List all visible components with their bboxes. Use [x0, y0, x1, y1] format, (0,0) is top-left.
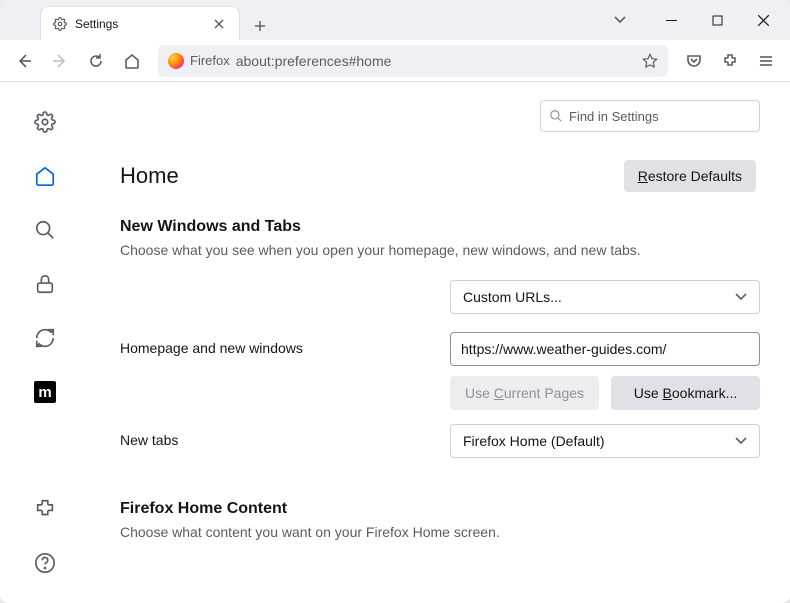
bookmark-star-icon[interactable]	[642, 53, 658, 69]
homepage-url-input[interactable]	[450, 332, 760, 366]
close-icon[interactable]	[211, 16, 227, 32]
sidebar-item-sync[interactable]	[27, 320, 63, 356]
homepage-mode-select[interactable]: Custom URLs...	[450, 280, 760, 314]
window-close[interactable]	[740, 0, 786, 40]
sidebar-item-home[interactable]	[27, 158, 63, 194]
sidebar-item-more-from-mozilla[interactable]: m	[27, 374, 63, 410]
newtabs-mode-select[interactable]: Firefox Home (Default)	[450, 424, 760, 458]
identity-label: Firefox	[190, 53, 230, 68]
window-maximize[interactable]	[694, 0, 740, 40]
all-tabs-chevron[interactable]	[604, 4, 636, 36]
search-placeholder: Find in Settings	[569, 109, 659, 124]
pocket-button[interactable]	[678, 45, 710, 77]
extensions-button[interactable]	[714, 45, 746, 77]
page-title: Home	[120, 163, 179, 189]
mozilla-m-icon: m	[34, 381, 56, 403]
find-in-settings-input[interactable]: Find in Settings	[540, 100, 760, 132]
sidebar-item-privacy[interactable]	[27, 266, 63, 302]
urlbar[interactable]: Firefox about:preferences#home	[158, 45, 668, 77]
gear-icon	[53, 17, 67, 31]
titlebar: Settings	[0, 0, 790, 40]
select-value: Custom URLs...	[463, 289, 562, 305]
sidebar-item-search[interactable]	[27, 212, 63, 248]
home-button[interactable]	[116, 45, 148, 77]
section-heading-home-content: Firefox Home Content	[120, 500, 760, 518]
url-text: about:preferences#home	[236, 53, 636, 69]
settings-main: Find in Settings Home Restore Defaults N…	[90, 82, 790, 603]
browser-tab[interactable]: Settings	[40, 6, 240, 40]
settings-sidebar: m	[0, 82, 90, 603]
app-menu-button[interactable]	[750, 45, 782, 77]
back-button[interactable]	[8, 45, 40, 77]
select-value: Firefox Home (Default)	[463, 433, 605, 449]
chevron-down-icon	[735, 293, 747, 301]
identity-box[interactable]: Firefox	[168, 53, 230, 69]
use-bookmark-button[interactable]: Use Bookmark...	[611, 376, 760, 410]
forward-button[interactable]	[44, 45, 76, 77]
newtabs-label: New tabs	[120, 424, 450, 448]
chevron-down-icon	[735, 437, 747, 445]
window-minimize[interactable]	[648, 0, 694, 40]
reload-button[interactable]	[80, 45, 112, 77]
restore-defaults-button[interactable]: Restore Defaults	[624, 160, 756, 192]
toolbar: Firefox about:preferences#home	[0, 40, 790, 82]
new-tab-button[interactable]	[246, 12, 274, 40]
section-desc: Choose what you see when you open your h…	[120, 242, 760, 258]
sidebar-item-help[interactable]	[27, 545, 63, 581]
tab-title: Settings	[75, 17, 203, 31]
section-heading-new-windows-tabs: New Windows and Tabs	[120, 218, 760, 236]
homepage-label: Homepage and new windows	[120, 332, 450, 356]
sidebar-item-general[interactable]	[27, 104, 63, 140]
firefox-logo-icon	[168, 53, 184, 69]
section-desc: Choose what content you want on your Fir…	[120, 524, 760, 540]
search-icon	[549, 109, 563, 123]
use-current-pages-button[interactable]: Use Current Pages	[450, 376, 599, 410]
sidebar-item-extensions[interactable]	[27, 491, 63, 527]
